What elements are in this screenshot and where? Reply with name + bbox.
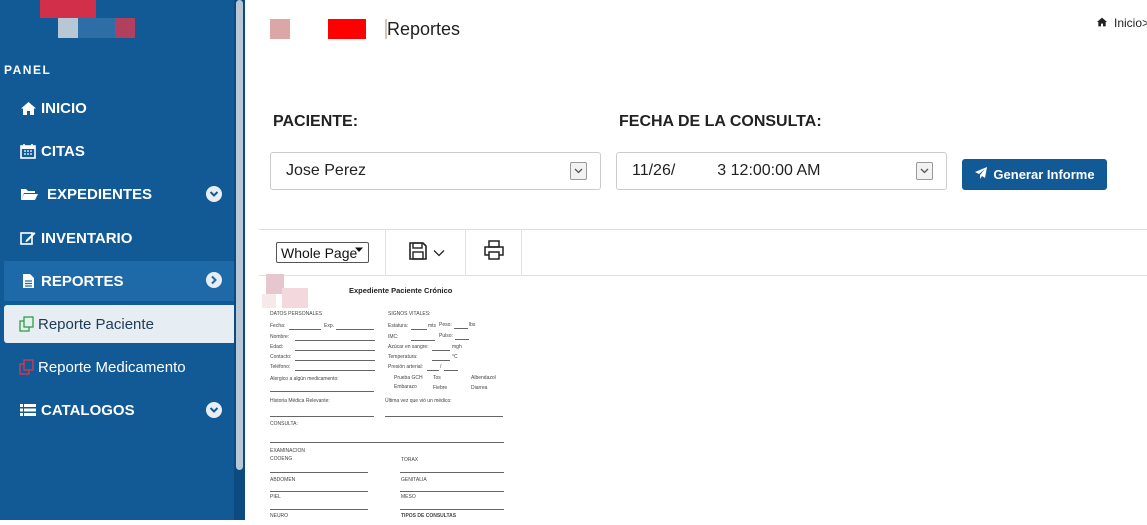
sidebar-item-inicio[interactable]: INICIO <box>4 88 236 128</box>
doc-prueba-gch: Prueba GCH <box>394 375 423 381</box>
doc-piel: PIEL <box>270 494 281 500</box>
home-icon <box>1096 16 1108 30</box>
chevron-right-icon[interactable] <box>206 272 222 288</box>
sidebar-item-reportes[interactable]: REPORTES <box>4 261 236 301</box>
app-logo <box>0 0 234 56</box>
chevron-down-icon[interactable] <box>206 402 222 418</box>
doc-albendazol: Albendazol <box>471 375 496 381</box>
paciente-select-value: Jose Perez <box>286 162 367 179</box>
sidebar-item-citas[interactable]: CITAS <box>4 131 236 171</box>
sidebar-item-catalogos[interactable]: CATALOGOS <box>4 390 236 430</box>
report-document-preview: Expediente Paciente Crónico DATOS PERSON… <box>259 285 519 525</box>
sidebar-item-label: Reporte Paciente <box>38 315 154 333</box>
sidebar-item-label: REPORTES <box>41 272 124 290</box>
list-icon <box>19 401 37 419</box>
page-title: Reportes <box>387 19 461 39</box>
doc-fecha: Fecha: <box>270 323 286 329</box>
doc-ultima-vez: Última vez que vió un médico: <box>385 398 452 404</box>
sidebar-item-label: INVENTARIO <box>41 229 133 247</box>
zoom-select-value: Whole Page <box>281 244 358 261</box>
document-title: Expediente Paciente Crónico <box>349 286 453 295</box>
chevron-down-icon[interactable] <box>206 186 222 202</box>
doc-abdomen: ABDOMEN <box>270 477 296 483</box>
doc-imc: IMC: <box>388 334 399 340</box>
print-icon <box>484 240 504 264</box>
doc-signos-vitales: SIGNOS VITALES: <box>388 311 431 317</box>
doc-tos: Tos <box>433 375 441 381</box>
zoom-select[interactable]: Whole Page <box>276 242 369 263</box>
doc-mgh: mgh <box>452 344 462 350</box>
sidebar-item-label: Reporte Medicamento <box>38 358 186 376</box>
doc-slash: / <box>440 364 442 370</box>
sidebar-item-label: CATALOGOS <box>41 401 135 419</box>
file-icon <box>19 272 37 290</box>
sidebar-item-label: EXPEDIENTES <box>47 185 153 203</box>
send-icon <box>974 166 988 183</box>
doc-embarazo: Embarazo <box>394 384 417 390</box>
copy-icon <box>18 358 36 376</box>
doc-azucar: Azúcar en sangre: <box>388 344 429 350</box>
folder-open-icon <box>19 185 39 203</box>
sidebar: PANEL INICIO CITAS EXPEDIENTES INVENTARI… <box>0 0 245 520</box>
doc-datos-personales: DATOS PERSONALES <box>270 311 323 317</box>
doc-historia: Historia Médica Relevante: <box>270 398 330 404</box>
fecha-consulta-select[interactable]: 11/26/ 3 12:00:00 AM <box>616 152 947 190</box>
generar-informe-label: Generar Informe <box>993 167 1095 182</box>
header-logo-mark <box>328 19 366 39</box>
breadcrumb-home[interactable]: Inicio> <box>1114 16 1147 30</box>
doc-contacto: Contacto: <box>270 354 292 360</box>
calendar-icon <box>19 142 37 160</box>
header-logo <box>270 19 290 39</box>
doc-pulso: Pulso: <box>439 333 453 339</box>
save-export-button[interactable] <box>409 240 451 266</box>
sidebar-item-reporte-medicamento[interactable]: Reporte Medicamento <box>4 348 236 386</box>
doc-examinacion: EXAMINACION <box>270 448 306 454</box>
edit-icon <box>19 229 37 247</box>
copy-icon <box>18 315 36 333</box>
paciente-label: PACIENTE: <box>273 113 359 130</box>
sidebar-item-reporte-paciente[interactable]: Reporte Paciente <box>4 305 236 343</box>
chevron-down-icon <box>916 162 933 180</box>
breadcrumb[interactable]: Inicio> <box>1096 16 1147 30</box>
sidebar-item-label: CITAS <box>41 142 85 160</box>
panel-title: PANEL <box>4 63 52 77</box>
sidebar-item-expedientes[interactable]: EXPEDIENTES <box>4 174 236 214</box>
fecha-select-value-end: 3 12:00:00 AM <box>717 162 821 179</box>
doc-mts: mts <box>428 323 437 329</box>
report-viewer-toolbar: Whole Page <box>259 229 1147 276</box>
doc-alergico: Alergico a algún medicamento: <box>270 376 339 382</box>
doc-diarrea: Diarrea <box>471 385 488 391</box>
doc-estatura: Estatura: <box>388 323 409 329</box>
doc-cooeng: COOENG <box>270 456 293 462</box>
home-icon <box>19 99 37 117</box>
doc-meso: MESO <box>401 494 416 500</box>
chevron-down-icon <box>570 162 587 180</box>
paciente-select[interactable]: Jose Perez <box>270 152 601 190</box>
doc-lbs: lbs <box>469 322 476 328</box>
sidebar-item-label: INICIO <box>41 99 87 117</box>
fecha-select-value-start: 11/26/ <box>632 162 676 179</box>
doc-neuro: NEURO <box>270 513 289 519</box>
doc-grados: °C <box>452 354 458 360</box>
save-icon <box>409 241 427 265</box>
print-button[interactable] <box>484 240 504 264</box>
fecha-label: FECHA DE LA CONSULTA: <box>619 113 822 130</box>
doc-telefono: Teléfono: <box>270 364 291 370</box>
chevron-down-icon <box>433 244 445 262</box>
generar-informe-button[interactable]: Generar Informe <box>962 159 1107 190</box>
doc-presion: Presión arterial: <box>388 364 424 370</box>
doc-nombre: Nombre: <box>270 334 290 340</box>
doc-fiebre: Fiebre <box>433 385 448 391</box>
sidebar-item-inventario[interactable]: INVENTARIO <box>4 218 236 258</box>
sidebar-scrollbar-thumb[interactable] <box>236 0 243 470</box>
doc-genitalia: GENITALIA <box>401 477 427 483</box>
doc-consulta: CONSULTA: <box>270 421 298 427</box>
chevron-down-icon <box>354 246 364 257</box>
doc-torax: TORAX <box>401 457 419 463</box>
doc-peso: Peso: <box>439 322 452 328</box>
doc-exp: Exp. <box>324 323 335 329</box>
doc-edad: Edad: <box>270 344 284 350</box>
doc-tipos-consultas: TIPOS DE CONSULTAS <box>401 513 457 519</box>
doc-temperatura: Temperatura: <box>388 354 418 360</box>
